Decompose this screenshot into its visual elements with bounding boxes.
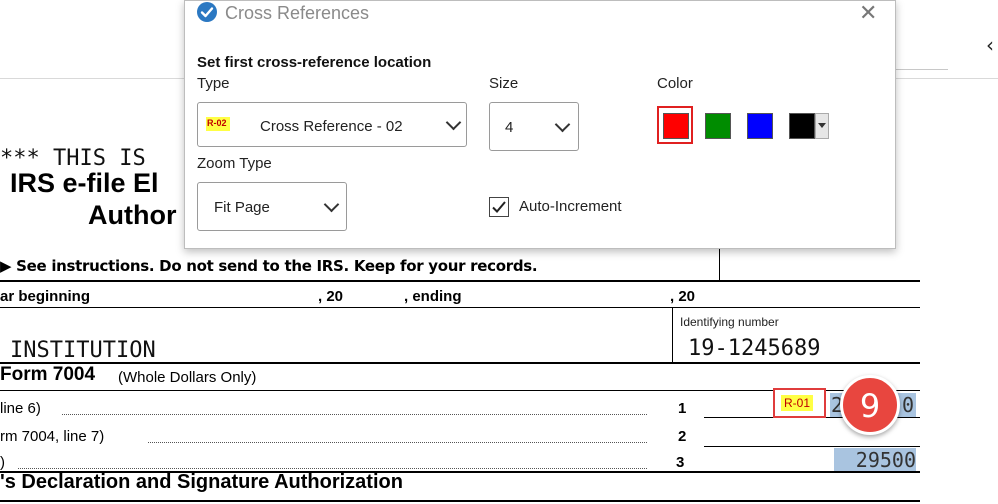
zoom-type-value: Fit Page [214,199,270,216]
doc-line-2-num: 2 [678,428,687,445]
dialog-title: Cross References [225,3,370,23]
doc-instructions: ▶ See instructions. Do not send to the I… [0,257,538,275]
cross-reference-type-icon: R-02 [206,117,230,131]
dialog-instruction: Set first cross-reference location [197,54,432,71]
size-label: Size [489,75,519,92]
doc-id-divider [672,307,673,363]
doc-line-3-leader [18,467,647,469]
doc-declaration-heading: 's Declaration and Signature Authorizati… [0,471,403,493]
step-badge-number: 9 [859,387,881,425]
doc-comma-20-a: , 20 [318,288,344,305]
zoom-type-dropdown[interactable]: Fit Page [197,182,347,231]
doc-rule [0,307,920,308]
doc-line-3-value[interactable]: 29500 [834,448,916,472]
doc-line-2-leader [148,441,647,443]
triangle-down-icon [818,123,826,128]
doc-year-beginning: ar beginning [0,288,90,305]
color-swatch-red[interactable] [663,113,689,139]
doc-form-subtitle: (Whole Dollars Only) [118,369,257,386]
color-swatch-green[interactable] [705,113,731,139]
color-swatch-black[interactable] [789,113,815,139]
auto-increment-label: Auto-Increment [519,198,622,215]
doc-line-2-underline [704,446,920,447]
doc-name: INSTITUTION [10,338,156,363]
chevron-down-icon [323,196,340,213]
type-label: Type [197,75,230,92]
cross-reference-tag: R-01 [781,395,814,411]
doc-line-1-text: line 6) [0,400,41,417]
size-dropdown-value: 4 [505,119,514,136]
doc-rule [0,280,920,282]
doc-line-2-text: rm 7004, line 7) [0,428,105,445]
doc-comma-20-b: , 20 [670,288,696,305]
doc-line-1-value-digit: 0 [902,393,915,417]
color-label: Color [657,75,693,92]
doc-line-1-leader [62,413,647,415]
size-dropdown[interactable]: 4 [489,102,579,151]
color-swatch-blue[interactable] [747,113,773,139]
checkmark-icon [492,201,506,213]
zoom-type-label: Zoom Type [197,155,272,172]
checkmark-badge-icon [197,2,217,22]
type-dropdown[interactable]: R-02 Cross Reference - 02 [197,102,467,147]
type-dropdown-value: Cross Reference - 02 [260,118,403,135]
doc-line-3-num: 3 [676,454,685,471]
doc-line-3-text: ) [0,454,5,471]
doc-heading-1: IRS e-file El [10,168,159,198]
chevron-left-icon[interactable]: ‹ [986,33,994,57]
auto-increment-checkbox[interactable] [489,197,509,217]
type-icon-text: R-02 [207,118,227,128]
color-more-dropdown[interactable] [815,113,829,139]
chevron-down-icon [554,116,571,133]
step-badge: 9 [840,375,900,435]
chevron-down-icon [445,114,462,131]
doc-ending: , ending [404,288,462,305]
cross-reference-marker[interactable]: R-01 [773,388,826,418]
close-icon[interactable]: ✕ [859,1,877,26]
cross-references-dialog: Cross References ✕ Set first cross-refer… [184,0,896,249]
doc-rule [0,362,920,364]
doc-rule [0,500,920,502]
doc-id-label: Identifying number [680,315,779,329]
doc-line-1-num: 1 [678,400,687,417]
doc-vertical-rule [719,246,720,280]
doc-heading-2: Author [88,200,177,230]
doc-form-title: Form 7004 [0,364,96,385]
doc-id-value: 19-1245689 [688,336,821,361]
